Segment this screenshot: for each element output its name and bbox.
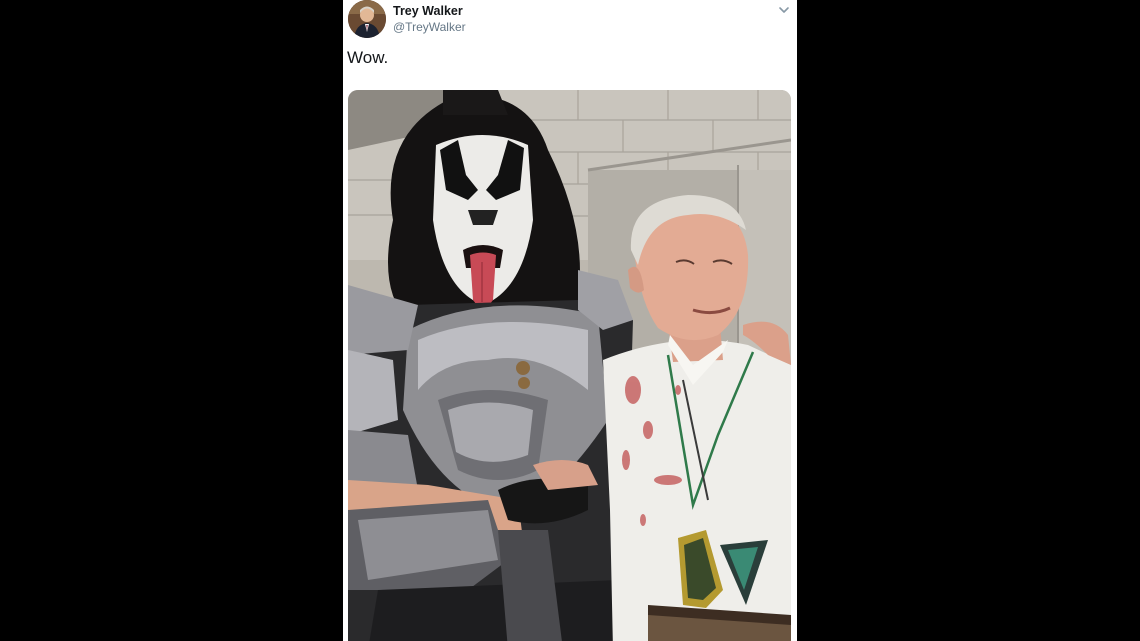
tweet-photo[interactable] xyxy=(348,90,791,641)
tweet-card: Trey Walker @TreyWalker Wow. xyxy=(343,0,797,641)
author-name[interactable]: Trey Walker xyxy=(393,4,463,18)
chevron-down-icon[interactable] xyxy=(776,3,792,17)
author-avatar[interactable] xyxy=(348,0,386,38)
tweet-text: Wow. xyxy=(347,48,389,67)
author-handle[interactable]: @TreyWalker xyxy=(393,20,466,34)
